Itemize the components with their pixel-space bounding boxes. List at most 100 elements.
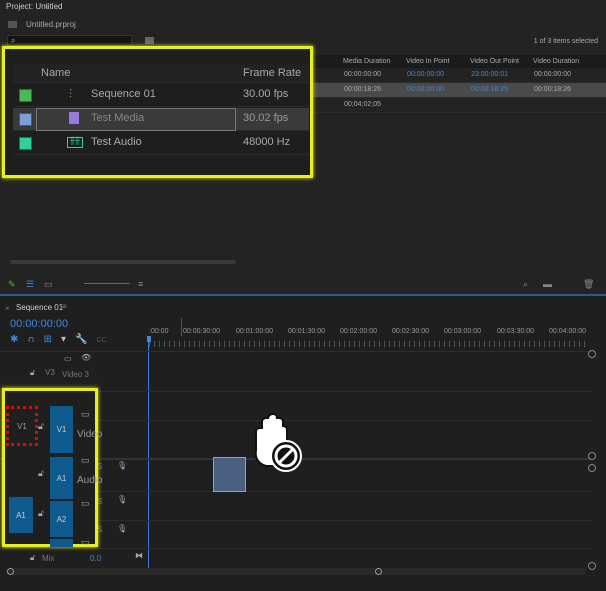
project-toolbar: ✎ ☰ ▭ ≡ ⌕ ▬ 🗑 bbox=[8, 279, 598, 289]
pencil-icon[interactable]: ✎ bbox=[8, 279, 16, 290]
linked-selection-icon[interactable]: ⊞ bbox=[44, 334, 52, 345]
mix-value[interactable]: 0.0 bbox=[90, 554, 101, 563]
element bbox=[588, 562, 596, 570]
search-input[interactable]: ⌕ bbox=[7, 35, 132, 46]
no-drop-hand-cursor-icon bbox=[254, 412, 302, 472]
lock-icon: 🔓︎ bbox=[38, 421, 44, 431]
mix-label: Mix bbox=[42, 554, 55, 563]
col-video-in[interactable]: Video In Point bbox=[406, 58, 449, 65]
search-icon: ⌕ bbox=[11, 36, 16, 45]
mic-icon[interactable]: 🎙︎ bbox=[117, 495, 127, 504]
track-name: Video bbox=[77, 429, 103, 440]
zoomed-name-panel: Name Frame Rate ⫶ Sequence 01 30.00 fps … bbox=[2, 46, 313, 178]
element bbox=[0, 548, 592, 549]
element: Sequence 01 bbox=[91, 88, 156, 100]
element: 48000 Hz bbox=[243, 136, 291, 148]
element bbox=[19, 113, 32, 126]
eye-icon[interactable]: 👁 bbox=[81, 353, 91, 362]
element: 00:01:00:00 bbox=[236, 328, 273, 335]
list-item[interactable]: ⫶ Sequence 01 30.00 fps bbox=[13, 84, 309, 107]
col-video-out[interactable]: Video Out Point bbox=[470, 58, 519, 65]
element: 00:00:00:00 bbox=[407, 71, 444, 78]
media-icon bbox=[69, 112, 79, 124]
mic-icon[interactable]: 🎙︎ bbox=[117, 461, 127, 470]
element bbox=[147, 336, 151, 342]
track-v3[interactable]: V3 bbox=[45, 368, 55, 377]
element: 00;04;02;05 bbox=[344, 101, 381, 108]
element: 00:00:00:00 bbox=[344, 71, 381, 78]
track-a1[interactable]: A1 bbox=[50, 457, 73, 499]
project-file: Untitled.prproj bbox=[26, 20, 76, 29]
element bbox=[181, 318, 182, 336]
element: 00:03:30:00 bbox=[497, 328, 534, 335]
lock-icon: 🔓︎ bbox=[38, 508, 44, 518]
element: 23:00:00:01 bbox=[471, 71, 508, 78]
sort-icon[interactable]: ≡ bbox=[138, 279, 143, 289]
marker-icon[interactable]: ▾ bbox=[61, 334, 66, 345]
list-item[interactable]: ╫╫ Test Audio 48000 Hz bbox=[13, 132, 309, 155]
close-tab-icon[interactable]: × bbox=[5, 304, 10, 313]
element bbox=[50, 539, 73, 547]
audio-icon: ╫╫ bbox=[67, 137, 83, 148]
element: Test Audio bbox=[91, 136, 142, 148]
lock-icon: 🔓︎ bbox=[38, 468, 44, 478]
icon-view-icon[interactable]: ▭ bbox=[44, 279, 53, 290]
element: ≡ bbox=[44, 2, 49, 11]
zoomed-track-headers: V1 A1 A2 A1 V1 🔓︎ 🔓︎ 🔓︎ ▭ Video ▭ Audio … bbox=[2, 388, 103, 547]
element: 30.02 fps bbox=[243, 112, 289, 124]
source-a1[interactable]: A1 bbox=[9, 497, 33, 533]
timeline-scrollbar[interactable] bbox=[6, 568, 586, 575]
clip[interactable] bbox=[213, 457, 246, 492]
element bbox=[19, 137, 32, 150]
tab-sequence[interactable]: Sequence 01 bbox=[16, 303, 63, 312]
playhead[interactable] bbox=[148, 336, 149, 568]
element: Test Media bbox=[91, 112, 145, 124]
mic-icon[interactable]: 🎙︎ bbox=[117, 524, 127, 533]
list-item-selected[interactable]: Test Media 30.02 fps bbox=[13, 108, 309, 131]
find-icon[interactable]: ⌕ bbox=[523, 279, 528, 290]
element: 🔓︎ bbox=[30, 553, 36, 562]
timecode[interactable]: 00:00:00:00 bbox=[10, 318, 68, 330]
element bbox=[149, 341, 587, 347]
element: ▭ bbox=[81, 537, 90, 547]
col-frame-rate[interactable]: Frame Rate bbox=[243, 67, 301, 79]
table-row[interactable]: 00;04;02;05 bbox=[310, 98, 606, 113]
source-v1[interactable]: V1 bbox=[6, 406, 38, 446]
element bbox=[588, 464, 596, 472]
element: 00:00:18:26 bbox=[534, 86, 571, 93]
horizontal-scrollbar[interactable] bbox=[10, 260, 236, 264]
zoom-slider[interactable] bbox=[84, 283, 130, 284]
track-name: Video 3 bbox=[62, 370, 89, 379]
element: 00:00:18:26 bbox=[344, 86, 381, 93]
element bbox=[588, 452, 596, 460]
selection-count: 1 of 3 items selected bbox=[533, 38, 598, 45]
nest-icon[interactable]: ✱ bbox=[10, 334, 18, 345]
trash-icon[interactable]: 🗑 bbox=[583, 279, 594, 290]
table-row-selected[interactable]: 00:00:18:26 00:00:00:00 00:00:18:25 00:00:1… bbox=[310, 83, 606, 98]
table-row[interactable]: 00:00:00:00 00:00:00:00 23:00:00:01 00:00:0… bbox=[310, 68, 606, 83]
scroll-handle[interactable] bbox=[588, 350, 596, 358]
panel-title: Project: Untitled bbox=[6, 2, 63, 11]
element: ≡ bbox=[62, 302, 67, 311]
new-bin-icon[interactable]: ▬ bbox=[543, 279, 552, 289]
collapse-icon[interactable]: ⧓ bbox=[135, 551, 143, 560]
col-video-duration[interactable]: Video Duration bbox=[533, 58, 579, 65]
toggle-output-icon[interactable]: ▭ bbox=[64, 354, 72, 363]
zoom-header: Name Frame Rate bbox=[13, 64, 309, 83]
wrench-icon[interactable]: 🔧 bbox=[75, 334, 87, 345]
col-name[interactable]: Name bbox=[41, 67, 70, 79]
captions-icon[interactable]: CC bbox=[96, 337, 106, 344]
lock-icon[interactable]: 🔓︎ bbox=[30, 368, 35, 378]
element: :00:00 bbox=[149, 328, 169, 335]
element: 30.00 fps bbox=[243, 88, 289, 100]
element: 00:00:00:00 bbox=[407, 86, 444, 93]
track-v1[interactable]: V1 bbox=[50, 406, 73, 453]
new-bin-icon[interactable] bbox=[145, 37, 154, 44]
col-media-duration[interactable]: Media Duration bbox=[343, 58, 390, 65]
snap-icon[interactable]: ∩ bbox=[27, 334, 34, 345]
label-color-swatch bbox=[19, 89, 32, 102]
track-a2[interactable]: A2 bbox=[50, 501, 73, 537]
element: 00:00:18:25 bbox=[471, 86, 508, 93]
toggle-output-icon: ▭ bbox=[81, 409, 90, 419]
list-view-icon[interactable]: ☰ bbox=[26, 279, 34, 290]
